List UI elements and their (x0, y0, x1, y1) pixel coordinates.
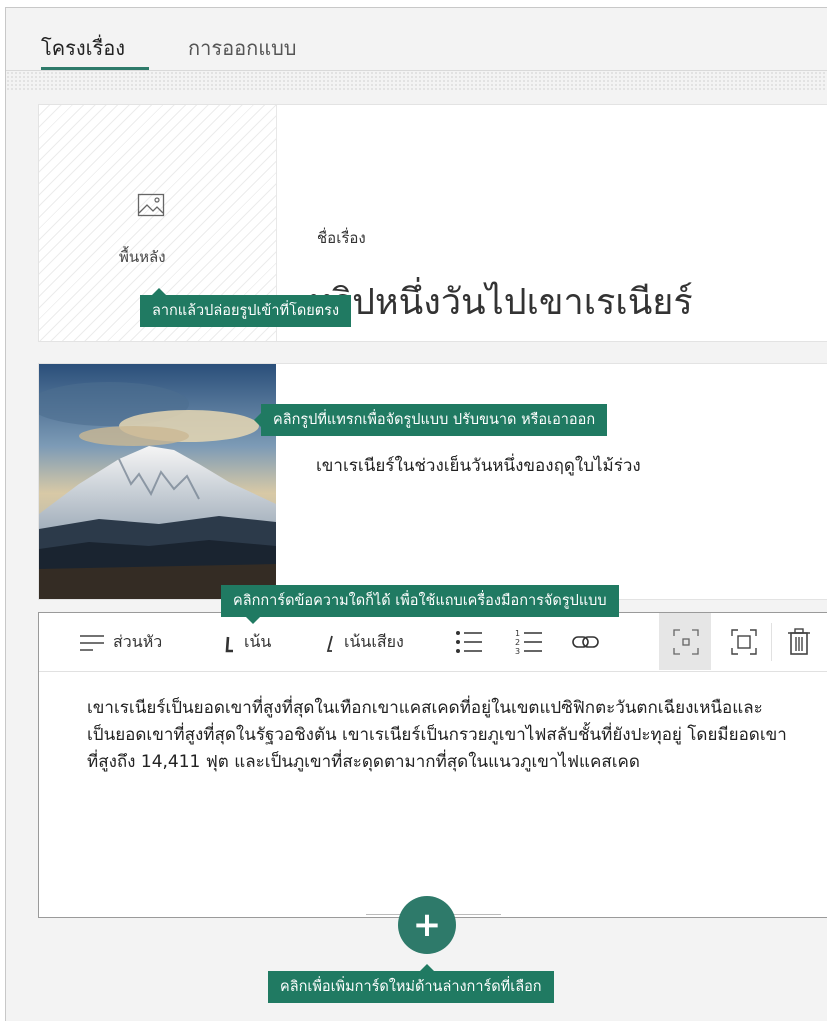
tooltip-arrow (152, 288, 166, 295)
image-caption[interactable]: เขาเรเนียร์ในช่วงเย็นวันหนึ่งของฤดูใบไม้… (316, 452, 641, 479)
mountain-photo[interactable] (39, 364, 276, 599)
plus-icon: + (412, 905, 442, 945)
numbered-list-icon[interactable]: 1 2 3 (514, 627, 544, 661)
tooltip-arrow (254, 413, 261, 427)
image-icon (137, 193, 165, 221)
toolbar-separator (771, 623, 772, 661)
text-card[interactable]: ส่วนหัว เน้น เน้นเสียง 1 2 3 เขาเรเนียร์… (38, 612, 827, 918)
tooltip-text: ลากแล้วปล่อยรูปเข้าที่โดยตรง (152, 303, 340, 319)
tooltip-click-text-card: คลิกการ์ดข้อความใดก็ได้ เพื่อใช้แถบเครื่… (221, 585, 619, 624)
tooltip-add-card: คลิกเพื่อเพิ่มการ์ดใหม่ด้านล่างการ์ดที่เ… (268, 964, 554, 1003)
tooltip-text: คลิกเพื่อเพิ่มการ์ดใหม่ด้านล่างการ์ดที่เ… (280, 979, 542, 995)
svg-text:2: 2 (515, 638, 520, 647)
tab-storyline[interactable]: โครงเรื่อง (41, 32, 125, 64)
tooltip-arrow (246, 617, 260, 624)
focus-large-icon[interactable] (729, 627, 759, 661)
sway-editor: โครงเรื่อง การออกแบบ พื้นหลัง ชื่อเรื่อง… (5, 7, 827, 1021)
bullet-list-icon[interactable] (454, 627, 484, 661)
tooltip-click-image: คลิกรูปที่แทรกเพื่อจัดรูปแบบ ปรับขนาด หร… (254, 404, 608, 436)
bold-emphasis-icon (225, 636, 233, 652)
image-card[interactable]: เขาเรเนียร์ในช่วงเย็นวันหนึ่งของฤดูใบไม้… (38, 363, 827, 600)
accent-button[interactable]: เน้นเสียง (324, 630, 404, 655)
accent-label: เน้นเสียง (344, 632, 404, 651)
heading-button[interactable]: ส่วนหัว (79, 630, 162, 655)
italic-accent-icon (326, 635, 333, 652)
tooltip-text: คลิกรูปที่แทรกเพื่อจัดรูปแบบ ปรับขนาด หร… (273, 412, 596, 428)
active-tab-indicator (41, 67, 149, 70)
text-card-body[interactable]: เขาเรเนียร์เป็นยอดเขาที่สูงที่สุดในเทือก… (87, 695, 787, 776)
title-field-label: ชื่อเรื่อง (317, 229, 366, 247)
svg-text:1: 1 (515, 629, 520, 638)
background-label: พื้นหลัง (119, 248, 166, 266)
title-text[interactable]: ทริปหนึ่งวันไปเขาเรเนียร์ (309, 273, 693, 330)
tab-design[interactable]: การออกแบบ (188, 32, 297, 64)
heading-icon (80, 634, 104, 651)
tab-bar: โครงเรื่อง การออกแบบ (6, 8, 827, 71)
heading-label: ส่วนหัว (113, 632, 163, 651)
delete-icon[interactable] (785, 627, 813, 661)
svg-text:3: 3 (515, 647, 520, 656)
emphasis-button[interactable]: เน้น (224, 630, 271, 655)
add-card-button[interactable]: + (398, 896, 456, 954)
emphasis-label: เน้น (244, 632, 272, 651)
formatting-toolbar: ส่วนหัว เน้น เน้นเสียง 1 2 3 (39, 613, 827, 672)
focus-small-icon[interactable] (671, 627, 701, 661)
tooltip-text: คลิกการ์ดข้อความใดก็ได้ เพื่อใช้แถบเครื่… (233, 593, 607, 609)
dotted-separator (6, 71, 827, 91)
tooltip-drag-drop: ลากแล้วปล่อยรูปเข้าที่โดยตรง (140, 288, 352, 327)
tooltip-arrow (420, 964, 434, 971)
link-icon[interactable] (571, 627, 601, 661)
